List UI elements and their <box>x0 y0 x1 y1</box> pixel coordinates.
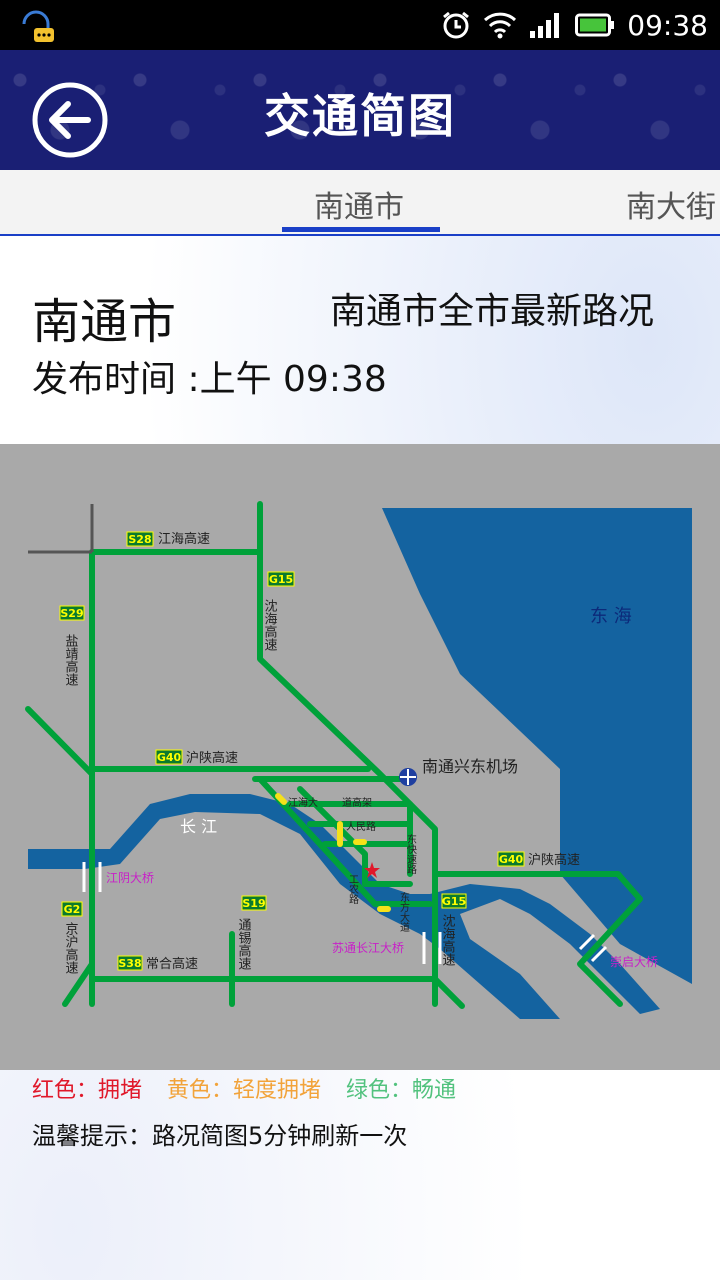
city-name: 南通市 <box>32 294 177 350</box>
bridge-label-sutong: 苏通长江大桥 <box>332 941 404 955</box>
tab-nandajie[interactable]: 南大街 <box>626 182 716 226</box>
airport-label: 南通兴东机场 <box>422 757 518 776</box>
traffic-map-svg: S28 G15 S29 G40 G40 G2 S19 S38 G15 江海高速 … <box>0 444 720 1070</box>
wifi-icon <box>484 12 517 39</box>
clock: 09:38 <box>627 8 708 42</box>
sea-label: 东 海 <box>590 606 632 627</box>
watermark-suffix: .com <box>650 1230 688 1247</box>
watermark-text: QQTN.com <box>552 1213 688 1252</box>
shield-s38: S38 <box>118 957 141 970</box>
tab-strip: 南通市 南大街 <box>0 170 720 236</box>
traffic-legend: 红色：拥堵 黄色：轻度拥堵 绿色：畅通 <box>32 1072 474 1104</box>
shield-g15: G15 <box>269 573 293 586</box>
tab-nantong[interactable]: 南通市 <box>314 182 404 226</box>
shield-s29: S29 <box>60 607 83 620</box>
watermark-small: 腾牛网 <box>649 1191 686 1205</box>
river-label: 长 江 <box>180 817 217 836</box>
road-name-g15-south: 沈海高速 <box>440 914 456 966</box>
shield-s19: S19 <box>242 897 265 910</box>
status-bar: 09:38 <box>0 0 720 50</box>
road-name-s38: 常合高速 <box>146 956 198 972</box>
airport-icon <box>399 768 417 786</box>
road-name-g40-east: 沪陕高速 <box>528 852 580 868</box>
road-name-s19: 通锡高速 <box>236 918 252 970</box>
traffic-map[interactable]: S28 G15 S29 G40 G40 G2 S19 S38 G15 江海高速 … <box>0 444 720 1070</box>
street-renmin: 人民路 <box>346 820 376 833</box>
active-tab-indicator <box>282 227 440 232</box>
watermark-brand: QQTN <box>552 1213 651 1251</box>
shield-g2: G2 <box>64 903 81 916</box>
title-bar: 交通简图 <box>0 50 720 170</box>
watermark-logo: 腾牛网 QQTN.com <box>506 1190 706 1270</box>
street-jianghai: 江海大 <box>288 796 318 809</box>
shield-g15-south: G15 <box>442 895 466 908</box>
shield-g40: G40 <box>157 751 182 764</box>
street-dongfang: 东方大道 <box>398 891 410 932</box>
bridge-label-jiangyin: 江阴大桥 <box>106 871 154 885</box>
traffic-subtitle: 南通市全市最新路况 <box>330 291 655 332</box>
refresh-tip: 温馨提示：路况简图5分钟刷新一次 <box>32 1122 408 1150</box>
shield-s28: S28 <box>128 533 151 546</box>
street-daogaojia: 道高架 <box>342 796 372 809</box>
road-name-g15: 沈海高速 <box>262 599 278 651</box>
signal-icon <box>530 13 560 38</box>
traffic-content: 南通市 南通市全市最新路况 发布时间 :上午 09:38 S28 G15 S29… <box>0 236 720 1280</box>
legend-yellow: 黄色：轻度拥堵 <box>167 1078 322 1103</box>
road-name-g2: 京沪高速 <box>63 922 79 974</box>
legend-red: 红色：拥堵 <box>32 1078 143 1103</box>
road-name-s29: 盐靖高速 <box>63 634 79 686</box>
publish-time: 发布时间 :上午 09:38 <box>32 359 387 400</box>
road-name-g40: 沪陕高速 <box>186 750 238 766</box>
bridge-label-chongqi: 崇启大桥 <box>610 955 658 969</box>
yellow-segment <box>275 793 287 805</box>
shield-g40-east: G40 <box>499 853 524 866</box>
street-gongnong: 工农路 <box>347 874 359 905</box>
legend-green: 绿色：畅通 <box>346 1078 457 1103</box>
alarm-icon <box>443 11 470 39</box>
page-title: 交通简图 <box>264 89 456 143</box>
app-notification-icon <box>22 10 54 42</box>
battery-icon <box>575 13 615 37</box>
road-name-s28: 江海高速 <box>158 531 210 547</box>
street-kuaisu: 东快速路 <box>405 833 417 875</box>
